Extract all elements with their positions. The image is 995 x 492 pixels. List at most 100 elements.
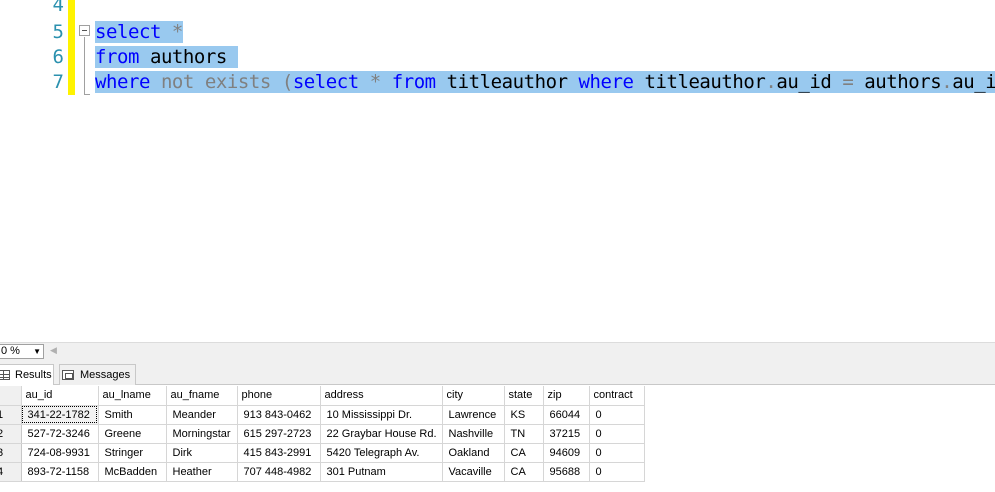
line-number: 6 bbox=[52, 46, 64, 68]
tab-results[interactable]: Results bbox=[0, 364, 54, 385]
table-cell[interactable]: Dirk bbox=[166, 443, 238, 463]
table-cell[interactable]: 615 297-2723 bbox=[237, 424, 321, 444]
code-text: * bbox=[160, 21, 183, 43]
table-cell[interactable]: Smith bbox=[98, 405, 167, 425]
code-text: . bbox=[941, 71, 953, 93]
table-cell[interactable]: 37215 bbox=[543, 424, 590, 444]
horizontal-scrollbar[interactable] bbox=[60, 346, 990, 358]
column-header[interactable]: phone bbox=[237, 386, 321, 406]
column-header[interactable]: au_fname bbox=[166, 386, 238, 406]
code-text: * bbox=[358, 71, 392, 93]
table-cell[interactable]: 913 843-0462 bbox=[237, 405, 321, 425]
row-number[interactable]: 3 bbox=[0, 443, 22, 463]
column-header[interactable]: au_id bbox=[21, 386, 99, 406]
table-cell[interactable]: 893-72-1158 bbox=[21, 462, 99, 482]
keyword: select bbox=[292, 71, 359, 93]
table-cell[interactable]: Morningstar bbox=[166, 424, 238, 444]
table-cell[interactable]: 22 Graybar House Rd. bbox=[320, 424, 443, 444]
table-cell[interactable]: 341-22-1782 bbox=[21, 405, 99, 425]
column-header[interactable]: zip bbox=[543, 386, 590, 406]
table-cell[interactable]: CA bbox=[504, 462, 544, 482]
table-cell[interactable]: 0 bbox=[589, 405, 645, 425]
table-cell[interactable]: Meander bbox=[166, 405, 238, 425]
chevron-down-icon[interactable]: ▼ bbox=[33, 345, 41, 358]
table-cell[interactable]: CA bbox=[504, 443, 544, 463]
outline-end bbox=[84, 94, 90, 95]
results-grid[interactable]: au_id au_lname au_fname phone address ci… bbox=[0, 386, 995, 492]
table-cell[interactable]: 66044 bbox=[543, 405, 590, 425]
keyword: from bbox=[391, 71, 436, 93]
table-cell[interactable]: TN bbox=[504, 424, 544, 444]
change-tracking-bar bbox=[68, 0, 75, 95]
code-text: authors bbox=[864, 71, 942, 93]
table-cell[interactable]: 707 448-4982 bbox=[237, 462, 321, 482]
line-number: 5 bbox=[52, 21, 64, 43]
tab-label: Results bbox=[15, 369, 52, 381]
keyword: from bbox=[95, 46, 139, 68]
code-line-5[interactable]: select * bbox=[95, 20, 183, 45]
code-line-7[interactable]: where not exists (select * from titleaut… bbox=[95, 70, 995, 95]
table-cell[interactable]: 10 Mississippi Dr. bbox=[320, 405, 443, 425]
table-cell[interactable]: 415 843-2991 bbox=[237, 443, 321, 463]
row-header-corner[interactable] bbox=[0, 386, 22, 406]
table-cell[interactable]: 0 bbox=[589, 443, 645, 463]
zoom-select[interactable]: 0 % ▼ bbox=[0, 344, 44, 359]
code-text: . bbox=[765, 71, 777, 93]
table-cell[interactable]: Vacaville bbox=[442, 462, 505, 482]
collapse-icon[interactable] bbox=[79, 25, 90, 36]
table-cell[interactable]: McBadden bbox=[98, 462, 167, 482]
code-text: au_id bbox=[952, 71, 995, 93]
table-cell[interactable]: 301 Putnam bbox=[320, 462, 443, 482]
column-header[interactable]: au_lname bbox=[98, 386, 167, 406]
row-number[interactable]: 4 bbox=[0, 462, 22, 482]
zoom-bar: 0 % ▼ ◀ bbox=[0, 342, 995, 361]
outline-line bbox=[84, 37, 85, 95]
line-number-gutter: 4 5 6 7 bbox=[0, 0, 66, 342]
scroll-left-icon[interactable]: ◀ bbox=[50, 345, 57, 356]
row-number[interactable]: 2 bbox=[0, 424, 22, 444]
table-row[interactable]: 1 341-22-1782 Smith Meander 913 843-0462… bbox=[0, 405, 645, 425]
header-row: au_id au_lname au_fname phone address ci… bbox=[0, 386, 645, 406]
code-text: au_id bbox=[776, 71, 832, 93]
column-header[interactable]: city bbox=[442, 386, 505, 406]
line-number: 7 bbox=[52, 71, 64, 93]
row-number[interactable]: 1 bbox=[0, 405, 22, 425]
table-cell[interactable]: 724-08-9931 bbox=[21, 443, 99, 463]
line-number: 4 bbox=[52, 0, 64, 16]
table-cell[interactable]: Lawrence bbox=[442, 405, 505, 425]
table-row[interactable]: 2 527-72-3246 Greene Morningstar 615 297… bbox=[0, 424, 645, 444]
table-cell[interactable]: 94609 bbox=[543, 443, 590, 463]
tab-messages[interactable]: Messages bbox=[59, 364, 136, 385]
table-cell[interactable]: 95688 bbox=[543, 462, 590, 482]
table-cell[interactable]: Heather bbox=[166, 462, 238, 482]
query-editor[interactable]: 4 5 6 7 select * from authors where not … bbox=[0, 0, 995, 342]
grid-icon bbox=[0, 370, 10, 380]
table-cell[interactable]: Stringer bbox=[98, 443, 167, 463]
messages-icon bbox=[62, 370, 74, 380]
zoom-value: 0 % bbox=[1, 345, 20, 357]
code-line-6[interactable]: from authors bbox=[95, 45, 238, 70]
code-text: not exists ( bbox=[149, 71, 293, 93]
table-cell[interactable]: 527-72-3246 bbox=[21, 424, 99, 444]
column-header[interactable]: address bbox=[320, 386, 443, 406]
table-cell[interactable]: 0 bbox=[589, 424, 645, 444]
keyword: where bbox=[95, 71, 150, 93]
code-text: titleauthor bbox=[633, 71, 766, 93]
column-header[interactable]: contract bbox=[589, 386, 645, 406]
table-cell[interactable]: Nashville bbox=[442, 424, 505, 444]
table-row[interactable]: 4 893-72-1158 McBadden Heather 707 448-4… bbox=[0, 462, 645, 482]
table-row[interactable]: 3 724-08-9931 Stringer Dirk 415 843-2991… bbox=[0, 443, 645, 463]
tab-label: Messages bbox=[80, 369, 131, 381]
code-text: titleauthor bbox=[435, 71, 579, 93]
table-cell[interactable]: Greene bbox=[98, 424, 167, 444]
table-cell[interactable]: KS bbox=[504, 405, 544, 425]
column-header[interactable]: state bbox=[504, 386, 544, 406]
results-tabs: Results Messages bbox=[0, 361, 995, 385]
table-cell[interactable]: 5420 Telegraph Av. bbox=[320, 443, 443, 463]
table-cell[interactable]: Oakland bbox=[442, 443, 505, 463]
results-table: au_id au_lname au_fname phone address ci… bbox=[0, 386, 645, 482]
code-text: = bbox=[831, 71, 865, 93]
keyword: where bbox=[578, 71, 634, 93]
table-cell[interactable]: 0 bbox=[589, 462, 645, 482]
keyword: select bbox=[95, 21, 161, 43]
